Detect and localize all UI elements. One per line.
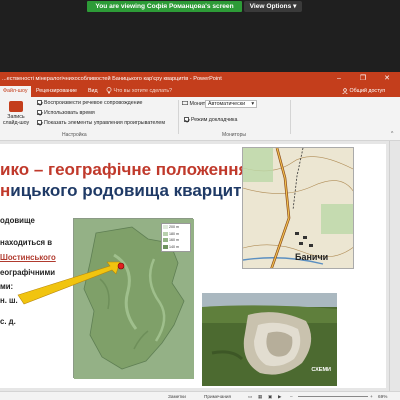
status-bar: Заметки Примечания ▭ ▦ ▣ ▶ – + 69% [0, 391, 400, 400]
group-setup-label: Настройка [62, 132, 87, 138]
share-label: Общий доступ [349, 88, 386, 94]
zoom-share-bar: You are viewing Софія Романцова's screen… [0, 0, 400, 14]
view-options-label: View Options [249, 3, 292, 10]
record-icon [9, 101, 23, 112]
notes-button[interactable]: Заметки [168, 392, 186, 400]
minimize-button[interactable]: – [332, 72, 346, 86]
tab-view[interactable]: Вид [88, 86, 98, 97]
topographic-map: Баничи [242, 147, 354, 269]
record-label: Запись слайд-шоу [2, 114, 30, 126]
topo-place-label: Баничи [295, 252, 329, 262]
tab-slide-show[interactable]: Файл-шоу [0, 86, 31, 97]
zoom-out-button[interactable]: – [290, 392, 293, 400]
close-button[interactable]: ✕ [380, 72, 394, 86]
tell-me-label: Что вы хотите сделать? [113, 88, 173, 94]
play-narrations-checkbox[interactable]: Воспроизвести речевое сопровождение [37, 100, 142, 106]
ribbon-divider [290, 100, 291, 134]
slide-workspace: ико – географічне положення ницького род… [0, 141, 400, 391]
collapse-ribbon-button[interactable]: ^ [391, 131, 393, 137]
monitor-select-value: Автоматически [208, 101, 246, 107]
comments-button[interactable]: Примечания [204, 392, 231, 400]
lightbulb-icon [106, 87, 112, 94]
presenter-view-label: Режим докладчика [191, 117, 238, 123]
presenter-view-checkbox[interactable]: Режим докладчика [184, 117, 237, 123]
play-narrations-label: Воспроизвести речевое сопровождение [44, 100, 143, 106]
topographic-map-graphic [243, 148, 353, 268]
vertical-scrollbar[interactable] [389, 141, 400, 391]
share-banner: You are viewing Софія Романцова's screen [87, 1, 242, 12]
ribbon-tab-row: Файл-шоу Рецензирование Вид Что вы хотит… [0, 86, 400, 97]
quarry-aerial-photo: СХЕМИ [202, 293, 337, 386]
show-media-controls-checkbox[interactable]: Показать элементы управления проигрывате… [37, 120, 165, 126]
slide-canvas: ико – географічне положення ницького род… [0, 144, 386, 388]
share-button[interactable]: Общий доступ [342, 86, 385, 97]
chevron-down-icon: ▾ [251, 101, 254, 107]
view-options-button[interactable]: View Options ▾ [244, 1, 302, 12]
monitor-icon [182, 101, 189, 106]
use-timings-label: Использовать время [44, 110, 95, 116]
tell-me-search[interactable]: Что вы хотите сделать? [106, 86, 172, 97]
reading-view-icon[interactable]: ▣ [268, 392, 272, 400]
ribbon-divider [178, 100, 179, 134]
zoom-level: 69% [378, 394, 388, 399]
window-title-bar: ...ественості мінералогічнихособливостей… [0, 72, 400, 86]
normal-view-icon[interactable]: ▭ [248, 392, 252, 400]
chevron-down-icon: ▾ [293, 3, 297, 10]
tab-review[interactable]: Рецензирование [36, 86, 77, 97]
deposit-marker [117, 262, 125, 270]
checkbox-icon [37, 100, 42, 106]
use-timings-checkbox[interactable]: Использовать время [37, 110, 95, 116]
window-title: ...ественості мінералогічнихособливостей… [2, 76, 222, 82]
slide-sorter-icon[interactable]: ▦ [258, 392, 262, 400]
checkbox-icon [184, 117, 189, 123]
checkbox-icon [37, 110, 42, 116]
location-arrow [17, 261, 125, 305]
record-slideshow-button[interactable]: Запись слайд-шоу [2, 101, 30, 129]
checkbox-icon [37, 120, 42, 126]
user-icon [342, 87, 348, 94]
show-media-controls-label: Показать элементы управления проигрывате… [44, 120, 165, 126]
monitor-select[interactable]: Автоматически ▾ [205, 100, 257, 108]
slideshow-icon[interactable]: ▶ [278, 392, 282, 400]
photo-caption: СХЕМИ [311, 367, 331, 373]
group-monitors-label: Мониторы [222, 132, 246, 138]
zoom-in-button[interactable]: + [370, 392, 373, 400]
maximize-button[interactable]: ❐ [356, 72, 370, 86]
zoom-slider[interactable] [298, 395, 368, 397]
shared-screen-margin [0, 14, 400, 72]
ribbon-panel: Запись слайд-шоу Воспроизвести речевое с… [0, 97, 400, 141]
screen: You are viewing Софія Романцова's screen… [0, 0, 400, 400]
